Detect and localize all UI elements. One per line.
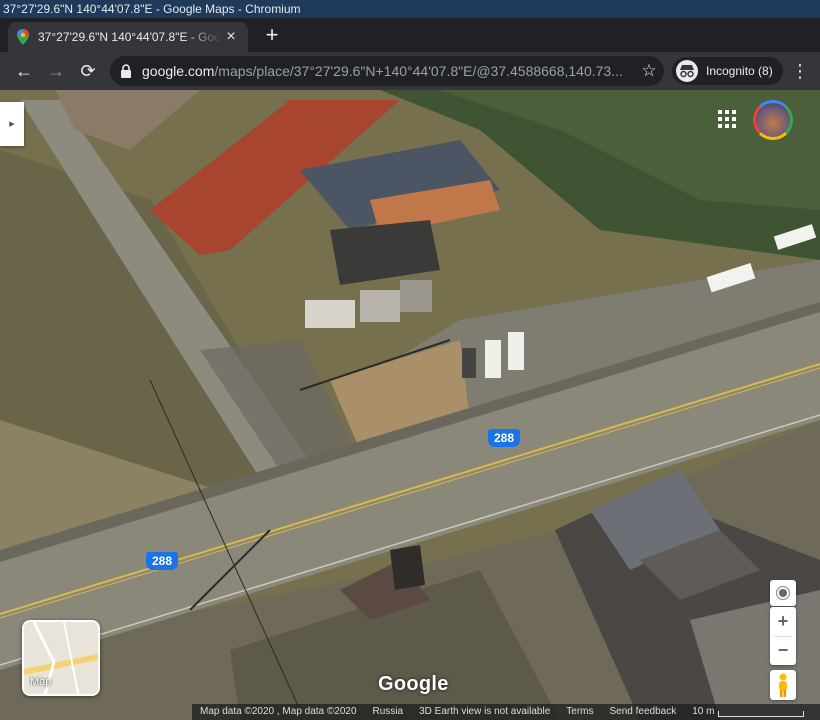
url-text[interactable]: google.com/maps/place/37°27'29.6"N+140°4… (142, 63, 634, 79)
send-feedback-link[interactable]: Send feedback (602, 704, 685, 720)
address-bar[interactable]: google.com/maps/place/37°27'29.6"N+140°4… (110, 56, 664, 86)
browser-menu-button[interactable]: ⋮ (790, 59, 810, 83)
map-canvas[interactable]: ▸ 288 288 Map + − Google Map data ©2020 … (0, 90, 820, 720)
window-title: 37°27'29.6"N 140°44'07.8"E - Google Maps… (0, 0, 820, 18)
tab-close-icon[interactable]: × (222, 28, 240, 46)
scale-bar-line (718, 711, 805, 717)
back-button[interactable]: ← (12, 59, 36, 83)
incognito-indicator[interactable]: Incognito (8) (672, 57, 783, 85)
lock-icon[interactable] (120, 64, 132, 78)
tab-strip: 37°27'29.6"N 140°44'07.8"E - Google Maps… (0, 18, 820, 52)
pegman-icon[interactable] (770, 670, 796, 700)
incognito-icon (676, 60, 698, 82)
region-link[interactable]: Russia (365, 704, 412, 720)
map-layer-toggle[interactable]: Map (22, 620, 100, 696)
zoom-in-button[interactable]: + (770, 607, 796, 636)
account-avatar[interactable] (753, 100, 793, 140)
map-data-attribution: Map data ©2020 , Map data ©2020 (200, 706, 357, 717)
zoom-out-button[interactable]: − (770, 636, 796, 665)
tab-title: 37°27'29.6"N 140°44'07.8"E - Google Maps (38, 30, 222, 44)
incognito-label: Incognito (8) (706, 64, 773, 78)
satellite-imagery (0, 90, 820, 720)
url-path: /maps/place/37°27'29.6"N+140°44'07.8"E/@… (214, 63, 623, 79)
apps-grid-icon[interactable] (718, 110, 738, 130)
scale-bar[interactable]: 10 m (684, 704, 812, 720)
zoom-divider (774, 636, 792, 637)
reload-button[interactable]: ⟳ (76, 59, 100, 83)
terms-link[interactable]: Terms (558, 704, 601, 720)
map-footer: Map data ©2020 , Map data ©2020 Russia 3… (192, 704, 820, 720)
url-host: google.com (142, 63, 215, 79)
scale-label: 10 m (692, 706, 715, 717)
route-288-shield: 288 (488, 429, 521, 447)
earth-view-note: 3D Earth view is not available (419, 706, 551, 717)
google-maps-pin-icon (16, 29, 30, 45)
new-tab-button[interactable]: + (262, 24, 282, 48)
tab-google-maps[interactable]: 37°27'29.6"N 140°44'07.8"E - Google Maps… (8, 22, 248, 52)
browser-toolbar: ← → ⟳ google.com/maps/place/37°27'29.6"N… (0, 52, 820, 90)
side-panel-toggle[interactable]: ▸ (0, 102, 24, 146)
layer-label: Map (30, 676, 52, 688)
forward-button[interactable]: → (44, 59, 68, 83)
route-288-shield: 288 (146, 552, 179, 570)
bookmark-star-icon[interactable]: ☆ (634, 61, 664, 81)
google-logo: Google (378, 673, 449, 695)
zoom-controls: + − (770, 607, 796, 665)
my-location-icon[interactable] (770, 580, 796, 606)
